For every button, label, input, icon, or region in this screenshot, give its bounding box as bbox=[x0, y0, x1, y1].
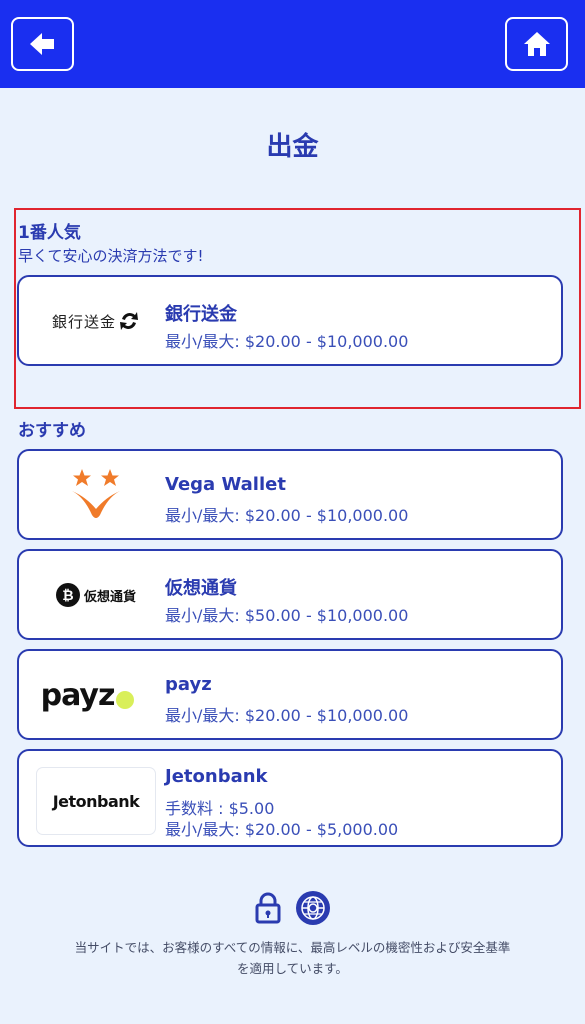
globe-icon bbox=[295, 891, 330, 925]
payment-card-vega-wallet[interactable]: Vega Wallet 最小/最大: $20.00 - $10,000.00 bbox=[17, 449, 563, 540]
payment-card-jetonbank[interactable]: Jetonbank Jetonbank 手数料 : $5.00 最小/最大: $… bbox=[17, 749, 563, 847]
header-bar bbox=[0, 0, 585, 88]
lock-icon bbox=[255, 892, 280, 924]
payment-name: 銀行送金 bbox=[165, 304, 237, 325]
payment-limit: 最小/最大: $20.00 - $10,000.00 bbox=[165, 506, 409, 525]
security-notice: 当サイトでは、お客様のすべての情報に、最高レベルの機密性および安全基準を適用して… bbox=[74, 940, 511, 976]
payz-logo-text: payz bbox=[40, 677, 116, 713]
popular-section-title: 1番人気 bbox=[18, 223, 81, 243]
payment-name: Vega Wallet bbox=[165, 474, 286, 495]
home-button[interactable] bbox=[505, 17, 568, 71]
bank-transfer-logo-text: 銀行送金 bbox=[51, 312, 116, 331]
arrow-left-icon bbox=[29, 33, 54, 55]
svg-text:₿: ₿ bbox=[62, 588, 73, 604]
recommended-section-title: おすすめ bbox=[18, 421, 86, 441]
payment-limit: 最小/最大: $20.00 - $10,000.00 bbox=[165, 706, 409, 725]
security-icons bbox=[0, 890, 585, 926]
payment-limit: 最小/最大: $20.00 - $10,000.00 bbox=[165, 332, 409, 351]
vega-wallet-logo-icon bbox=[72, 469, 120, 518]
bank-transfer-logo: 銀行送金 bbox=[37, 285, 155, 357]
back-button[interactable] bbox=[11, 17, 74, 71]
payment-name: Jetonbank bbox=[165, 766, 268, 787]
payment-card-crypto[interactable]: ₿ 仮想通貨 仮想通貨 最小/最大: $50.00 - $10,000.00 bbox=[17, 549, 563, 640]
crypto-logo: ₿ 仮想通貨 bbox=[37, 559, 155, 631]
jetonbank-logo-text: Jetonbank bbox=[52, 791, 140, 811]
popular-section-subtitle: 早くて安心の決済方法です! bbox=[18, 247, 204, 265]
payment-card-payz[interactable]: payz payz 最小/最大: $20.00 - $10,000.00 bbox=[17, 649, 563, 740]
payment-name: payz bbox=[165, 674, 212, 695]
payment-name: 仮想通貨 bbox=[165, 578, 237, 599]
page-title: 出金 bbox=[266, 132, 319, 162]
home-icon bbox=[523, 32, 550, 56]
crypto-logo-text: 仮想通貨 bbox=[83, 589, 136, 605]
jetonbank-logo: Jetonbank bbox=[37, 765, 155, 837]
payment-limit: 最小/最大: $50.00 - $10,000.00 bbox=[165, 606, 409, 625]
jetonbank-logo-box: Jetonbank bbox=[37, 768, 155, 834]
payz-logo: payz bbox=[29, 659, 147, 731]
payment-limit: 最小/最大: $20.00 - $5,000.00 bbox=[165, 820, 399, 839]
vega-wallet-logo bbox=[37, 459, 155, 531]
payz-dot-icon bbox=[116, 691, 135, 709]
bitcoin-icon: ₿ bbox=[55, 583, 80, 607]
transfer-arrows-icon bbox=[120, 312, 138, 330]
payment-card-bank-transfer[interactable]: 銀行送金 銀行送金 最小/最大: $20.00 - $10,000.00 bbox=[17, 275, 563, 366]
